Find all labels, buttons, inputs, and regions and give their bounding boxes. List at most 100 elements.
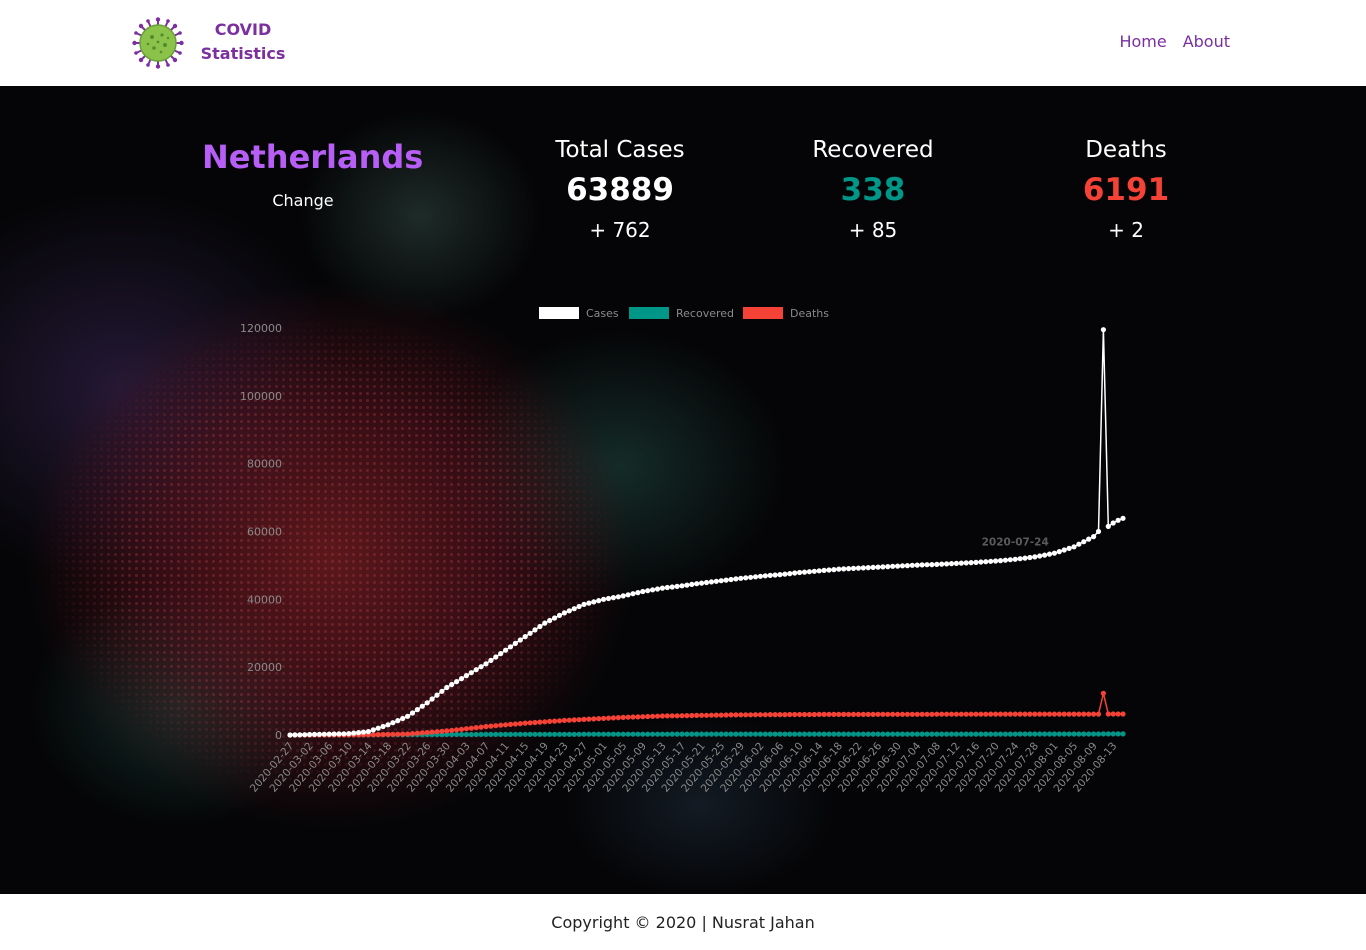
cases-data-point (424, 700, 430, 706)
deaths-data-point (370, 732, 376, 738)
cases-data-point (503, 647, 509, 653)
cases-data-point (561, 610, 568, 616)
covid-line-chart[interactable]: 0200004000060000800001000001200002020-02… (0, 86, 1366, 894)
cases-data-point (483, 661, 489, 667)
recovered-data-point (547, 731, 553, 737)
deaths-data-point (767, 712, 773, 718)
recovered-data-point (968, 731, 974, 737)
cases-data-point (865, 565, 871, 571)
cases-data-point (547, 617, 553, 624)
recovered-data-point (640, 731, 646, 737)
legend-swatch-deaths (743, 307, 783, 319)
nav-links: Home About (1119, 31, 1230, 53)
recovered-data-point (1105, 731, 1111, 737)
cases-data-point (909, 562, 915, 568)
cases-data-point (552, 615, 558, 621)
recovered-data-point (674, 731, 680, 737)
cases-data-point (341, 731, 347, 737)
recovered-data-point (552, 731, 558, 737)
cases-data-point (591, 599, 597, 605)
deaths-data-point (449, 727, 455, 734)
recovered-data-point (1081, 731, 1087, 737)
cases-data-point (679, 583, 685, 589)
deaths-data-point (1027, 711, 1033, 717)
recovered-data-point (939, 731, 945, 737)
cases-data-point (1012, 556, 1018, 562)
cases-data-point (674, 583, 680, 589)
deaths-data-point (841, 711, 847, 718)
recovered-data-point (885, 731, 891, 737)
cases-data-point (1056, 549, 1062, 555)
cases-data-point (1051, 550, 1057, 556)
cases-data-point (806, 569, 813, 575)
nav-home-link[interactable]: Home (1119, 31, 1166, 53)
recovered-data-point (811, 731, 817, 737)
cases-data-point (542, 620, 548, 626)
deaths-data-point (870, 711, 876, 718)
deaths-data-point (973, 711, 979, 717)
deaths-data-point (787, 711, 793, 718)
cases-data-point (801, 569, 808, 575)
cases-data-point (713, 578, 719, 584)
cases-data-point (1061, 547, 1067, 553)
nav-about-link[interactable]: About (1183, 31, 1230, 53)
cases-data-point (556, 612, 563, 619)
recovered-data-point (963, 731, 969, 737)
cases-data-point (929, 562, 935, 568)
deaths-data-point (880, 711, 886, 717)
deaths-data-point (596, 716, 602, 722)
cases-data-point (934, 561, 940, 567)
cases-series-line (289, 329, 1124, 736)
recovered-data-point (890, 731, 896, 737)
deaths-data-point (610, 715, 617, 721)
recovered-data-point (1022, 731, 1028, 737)
cases-data-point (703, 579, 710, 586)
deaths-data-point (723, 712, 729, 718)
deaths-data-point (601, 715, 607, 722)
deaths-data-point (831, 711, 837, 718)
deaths-data-point (1115, 711, 1121, 717)
recovered-data-point (767, 731, 773, 737)
cases-data-point (924, 562, 930, 568)
recovered-data-point (797, 731, 803, 737)
recovered-data-point (860, 731, 866, 737)
recovered-data-point (679, 731, 685, 737)
cases-data-point (772, 572, 778, 578)
cases-data-point (973, 559, 979, 565)
virus-logo-icon[interactable] (132, 17, 184, 69)
deaths-data-point (380, 731, 386, 738)
cases-data-point (517, 637, 523, 643)
cases-data-point (321, 731, 327, 737)
deaths-data-point (757, 712, 764, 718)
deaths-data-point (806, 711, 813, 718)
deaths-data-point (1056, 711, 1062, 717)
deaths-data-point (792, 711, 798, 718)
cases-data-point (654, 586, 661, 592)
recovered-data-point (914, 731, 920, 737)
recovered-data-point (801, 731, 808, 737)
cases-data-point (287, 732, 293, 738)
recovered-data-point (733, 731, 739, 737)
cases-data-point (498, 651, 504, 657)
deaths-data-point (429, 729, 435, 735)
recovered-data-point (899, 731, 906, 737)
recovered-data-point (664, 731, 670, 737)
deaths-data-point (1061, 711, 1067, 717)
recovered-data-point (507, 731, 514, 738)
recovered-data-point (1095, 731, 1102, 737)
recovered-data-point (777, 731, 783, 737)
cases-data-point (463, 673, 469, 679)
deaths-data-point (507, 721, 514, 728)
cases-data-point (1022, 555, 1028, 561)
cases-data-point (316, 731, 322, 737)
deaths-data-point (488, 723, 494, 729)
cases-data-point (890, 563, 896, 569)
recovered-data-point (919, 731, 925, 737)
recovered-data-point (1086, 731, 1092, 737)
cases-data-point (669, 584, 675, 590)
deaths-data-point (1086, 711, 1092, 717)
cases-data-point (311, 731, 318, 738)
brand-title[interactable]: COVID Statistics (200, 18, 286, 66)
cases-data-point (605, 595, 612, 602)
deaths-data-point (512, 721, 519, 727)
